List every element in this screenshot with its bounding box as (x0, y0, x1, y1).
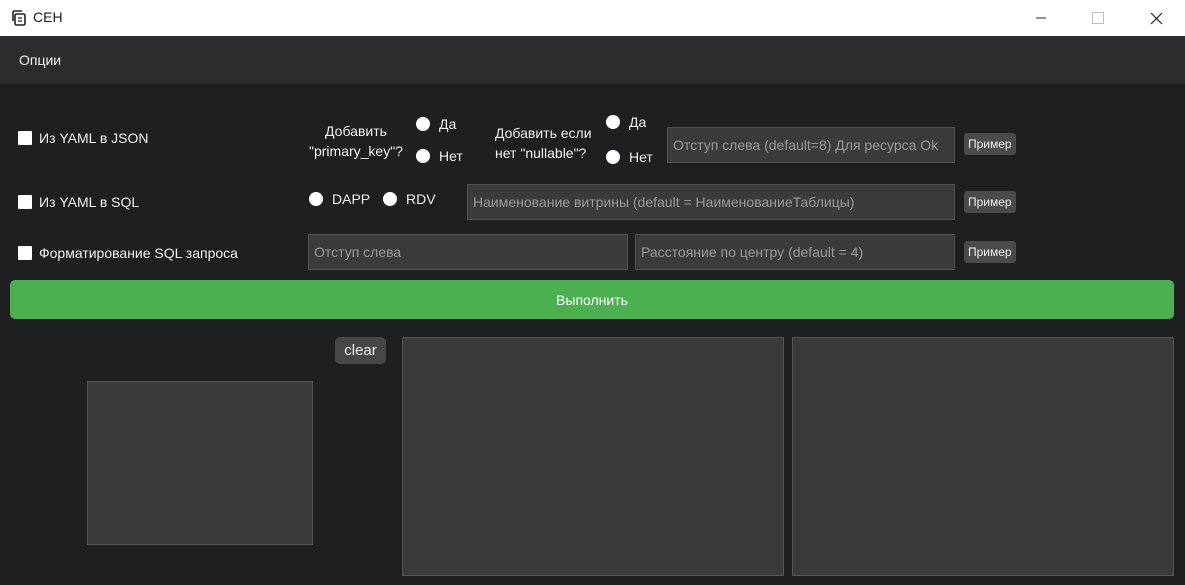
run-button[interactable]: Выполнить (10, 280, 1174, 319)
yaml-to-sql-checkbox[interactable]: Из YAML в SQL (18, 194, 139, 210)
radio-label: Да (629, 114, 647, 130)
window-title: СЕН (33, 9, 63, 25)
close-icon (1150, 12, 1162, 24)
menu-options[interactable]: Опции (19, 52, 61, 68)
primary-key-question: Добавить "primary_key"? (309, 121, 403, 161)
nullable-no-radio[interactable]: Нет (606, 149, 653, 165)
close-button[interactable] (1127, 0, 1185, 36)
radio-label: RDV (406, 191, 436, 207)
primary-key-no-radio[interactable]: Нет (416, 148, 463, 164)
title-bar: СЕН (0, 0, 1185, 36)
menu-bar: Опции (0, 36, 1185, 84)
minimize-button[interactable] (1012, 0, 1070, 36)
sql-indent-input[interactable] (308, 234, 628, 270)
nullable-yes-radio[interactable]: Да (606, 114, 646, 130)
maximize-icon (1092, 12, 1104, 24)
rdv-radio[interactable]: RDV (383, 191, 436, 207)
output-text-area[interactable] (792, 337, 1174, 576)
radio-label: Нет (439, 148, 463, 164)
checkbox-label: Из YAML в JSON (39, 130, 149, 146)
dapp-radio[interactable]: DAPP (309, 191, 370, 207)
drop-area[interactable] (87, 381, 313, 545)
nullable-question: Добавить если нет "nullable"? (495, 123, 592, 163)
json-indent-input[interactable] (667, 127, 955, 163)
primary-key-question-line1: Добавить (325, 123, 387, 139)
json-example-button[interactable]: Пример (964, 133, 1016, 155)
primary-key-question-line2: "primary_key"? (309, 143, 403, 159)
radio-label: DAPP (332, 191, 371, 207)
center-spacing-input[interactable] (635, 234, 955, 270)
nullable-question-line1: Добавить если (495, 125, 592, 141)
radio-dot[interactable] (606, 150, 620, 164)
checkbox-box[interactable] (18, 195, 32, 209)
input-text-area[interactable] (402, 337, 784, 576)
maximize-button[interactable] (1069, 0, 1127, 36)
showcase-name-input[interactable] (467, 184, 955, 220)
minimize-icon (1036, 17, 1046, 19)
radio-label: Нет (629, 149, 653, 165)
radio-dot[interactable] (606, 115, 620, 129)
format-example-button[interactable]: Пример (964, 241, 1016, 263)
radio-dot[interactable] (383, 192, 397, 206)
checkbox-box[interactable] (18, 246, 32, 260)
nullable-question-line2: нет "nullable"? (495, 145, 587, 161)
primary-key-yes-radio[interactable]: Да (416, 116, 456, 132)
yaml-to-json-checkbox[interactable]: Из YAML в JSON (18, 130, 149, 146)
clear-button[interactable]: clear (335, 337, 386, 364)
radio-dot[interactable] (416, 117, 430, 131)
radio-dot[interactable] (416, 149, 430, 163)
radio-dot[interactable] (309, 192, 323, 206)
sql-example-button[interactable]: Пример (964, 191, 1016, 213)
checkbox-box[interactable] (18, 131, 32, 145)
radio-label: Да (439, 116, 457, 132)
copy-icon (12, 10, 26, 26)
sql-format-checkbox[interactable]: Форматирование SQL запроса (18, 245, 238, 261)
checkbox-label: Форматирование SQL запроса (39, 245, 238, 261)
checkbox-label: Из YAML в SQL (39, 194, 140, 210)
